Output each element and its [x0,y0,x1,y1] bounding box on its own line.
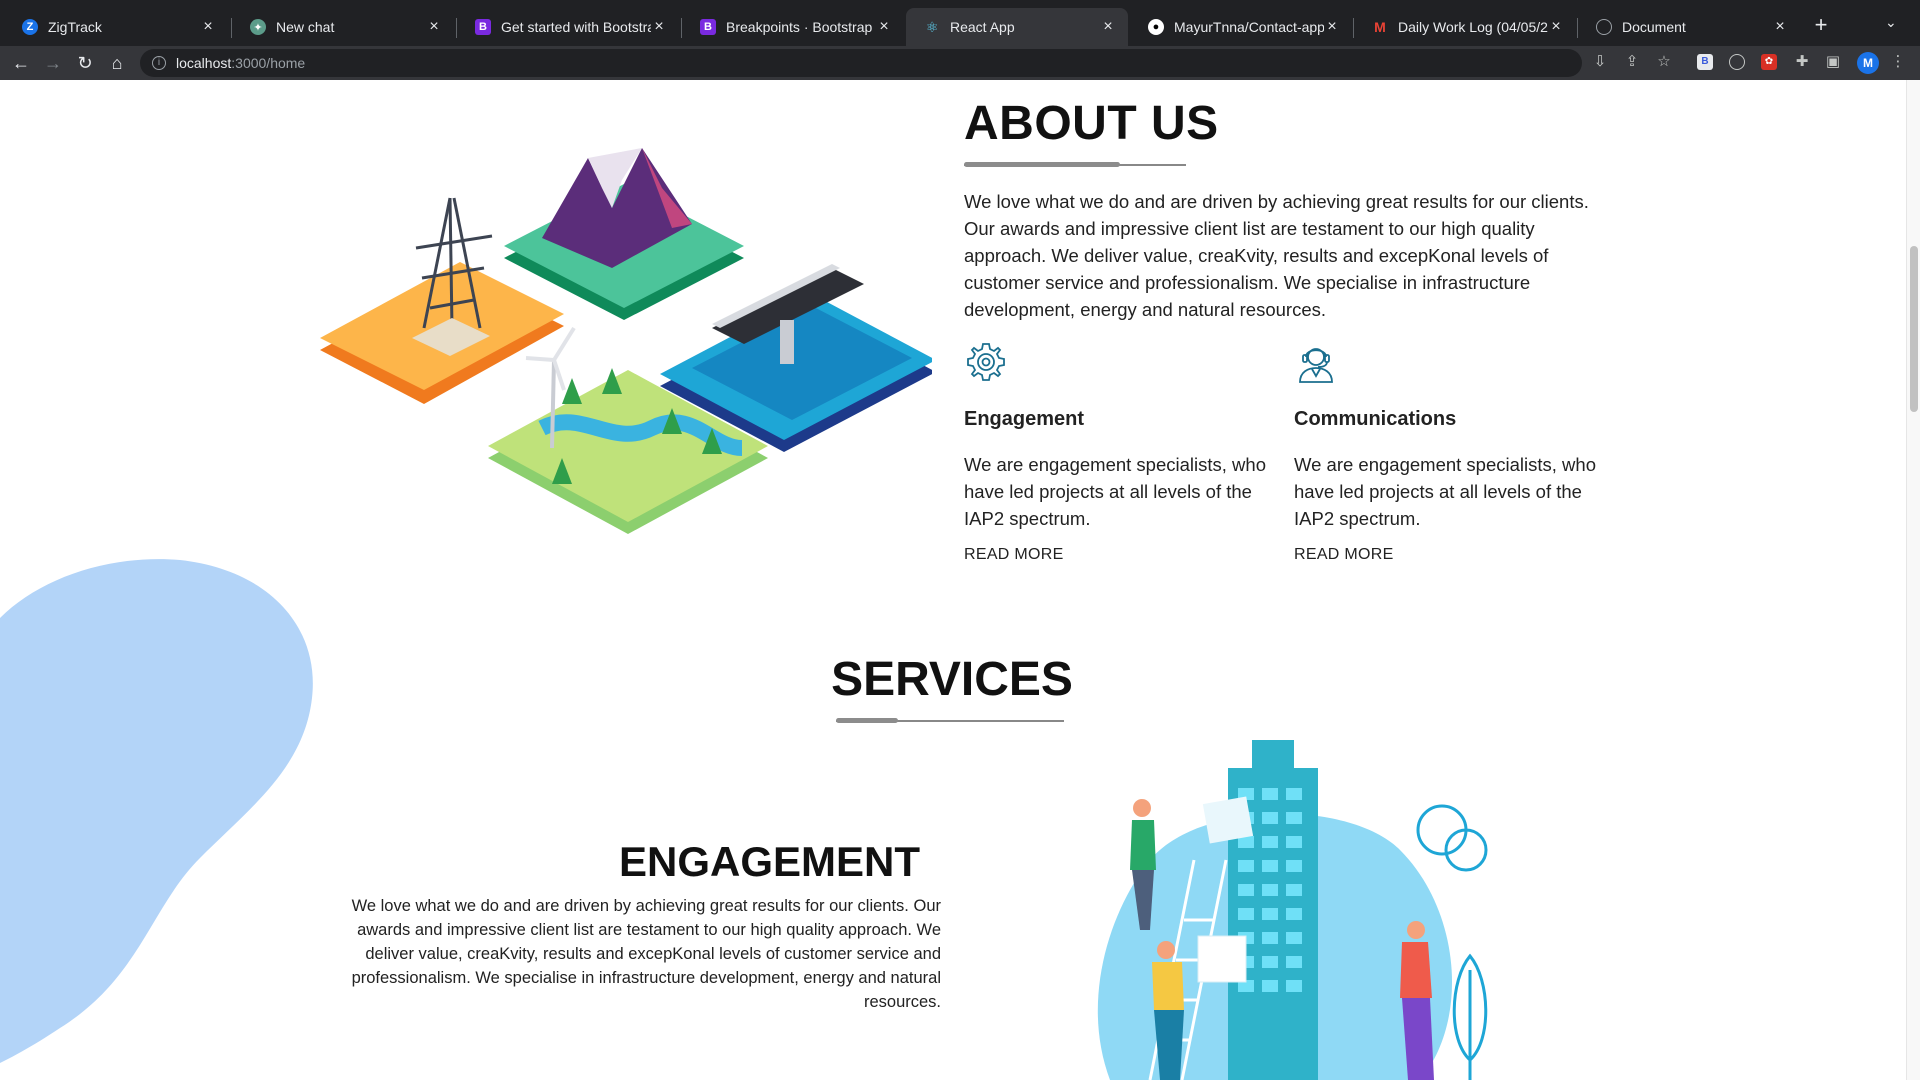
extension-b-icon[interactable]: B [1697,54,1713,70]
tab-zigtrack[interactable]: Z ZigTrack × [4,8,228,46]
install-app-icon[interactable]: ⇩ [1590,52,1610,72]
url-host: localhost [176,55,232,71]
support-agent-icon [1294,340,1604,388]
extension-red-icon[interactable]: ✿ [1761,54,1777,70]
close-tab-icon[interactable]: × [1324,18,1340,36]
read-more-link[interactable]: READ MORE [1294,546,1604,564]
home-button[interactable]: ⌂ [106,52,128,74]
address-bar[interactable]: i localhost:3000/home [140,49,1582,77]
close-tab-icon[interactable]: × [651,18,667,36]
feature-engagement: Engagement We are engagement specialists… [964,340,1274,564]
read-more-link[interactable]: READ MORE [964,546,1274,564]
bookmark-star-icon[interactable]: ☆ [1654,52,1674,72]
github-favicon-icon: ● [1148,19,1164,35]
tab-title: Get started with Bootstrap · [501,19,651,35]
feature-description: We are engagement specialists, who have … [964,454,1266,529]
share-icon[interactable]: ⇪ [1622,52,1642,72]
about-heading-underline [964,162,1186,168]
tab-title: MayurTnna/Contact-app: Re [1174,19,1324,35]
tab-document[interactable]: Document × [1578,8,1800,46]
close-tab-icon[interactable]: × [1548,18,1564,36]
feature-title: Engagement [964,408,1085,430]
tab-react-app[interactable]: ⚛ React App × [906,8,1128,46]
globe-favicon-icon [1596,19,1612,35]
site-info-icon[interactable]: i [152,56,166,70]
decorative-blob [0,559,313,1063]
tab-new-chat[interactable]: ✦ New chat × [232,8,454,46]
forward-button[interactable]: → [42,52,64,74]
browser-menu-icon[interactable]: ⋮ [1888,52,1908,72]
reload-button[interactable]: ↻ [74,52,96,74]
close-tab-icon[interactable]: × [200,18,216,36]
engagement-paragraph: We love what we do and are driven by ach… [351,897,941,1011]
page-scrollbar[interactable] [1906,80,1920,1080]
bootstrap-favicon-icon: B [475,19,491,35]
url-path: :3000/home [231,55,306,71]
tab-title: Breakpoints · Bootstrap v5.0 [726,19,876,35]
feature-description: We are engagement specialists, who have … [1294,454,1596,529]
about-paragraph: We love what we do and are driven by ach… [964,191,1589,320]
feature-title: Communications [1294,408,1457,430]
extensions-puzzle-icon[interactable]: ✚ [1792,52,1812,72]
browser-toolbar: ← → ↻ ⌂ i localhost:3000/home ⇩ ⇪ ☆ B ✿ … [0,46,1920,80]
about-heading: ABOUT US [964,97,1219,150]
close-tab-icon[interactable]: × [426,18,442,36]
services-heading: SERVICES [831,653,1073,706]
browser-tab-bar: Z ZigTrack × ✦ New chat × B Get started … [0,0,1920,46]
close-tab-icon[interactable]: × [1100,18,1116,36]
services-heading-underline [836,718,1064,724]
page-content: ABOUT US We love what we do and are driv… [0,80,1920,1080]
back-button[interactable]: ← [10,52,32,74]
engagement-heading: ENGAGEMENT [618,838,920,885]
gmail-favicon-icon: M [1374,19,1386,35]
tab-title: Daily Work Log (04/05/2023 [1398,19,1548,35]
zigtrack-favicon-icon: Z [22,19,38,35]
tab-bootstrap-get-started[interactable]: B Get started with Bootstrap · × [457,8,679,46]
tab-title: New chat [276,19,335,35]
tab-search-chevron-icon[interactable]: ⌄ [1885,14,1897,31]
tab-title: React App [950,19,1015,35]
close-tab-icon[interactable]: × [876,18,892,36]
new-tab-button[interactable]: + [1808,12,1834,38]
bootstrap-favicon-icon: B [700,19,716,35]
react-favicon-icon: ⚛ [925,18,939,35]
chatgpt-favicon-icon: ✦ [250,19,266,35]
scrollbar-thumb[interactable] [1910,246,1918,412]
tab-github[interactable]: ● MayurTnna/Contact-app: Re × [1130,8,1352,46]
gear-icon [964,340,1274,388]
tab-title: Document [1622,19,1686,35]
feature-communications: Communications We are engagement special… [1294,340,1604,564]
tab-bootstrap-breakpoints[interactable]: B Breakpoints · Bootstrap v5.0 × [682,8,904,46]
side-panel-icon[interactable]: ▣ [1823,52,1843,72]
about-isometric-illustration [320,148,932,534]
tab-gmail[interactable]: M Daily Work Log (04/05/2023 × [1354,8,1576,46]
team-building-illustration [1097,740,1488,1080]
close-tab-icon[interactable]: × [1772,18,1788,36]
tab-title: ZigTrack [48,19,102,35]
extension-target-icon[interactable] [1729,54,1745,70]
profile-avatar[interactable]: M [1857,52,1879,74]
